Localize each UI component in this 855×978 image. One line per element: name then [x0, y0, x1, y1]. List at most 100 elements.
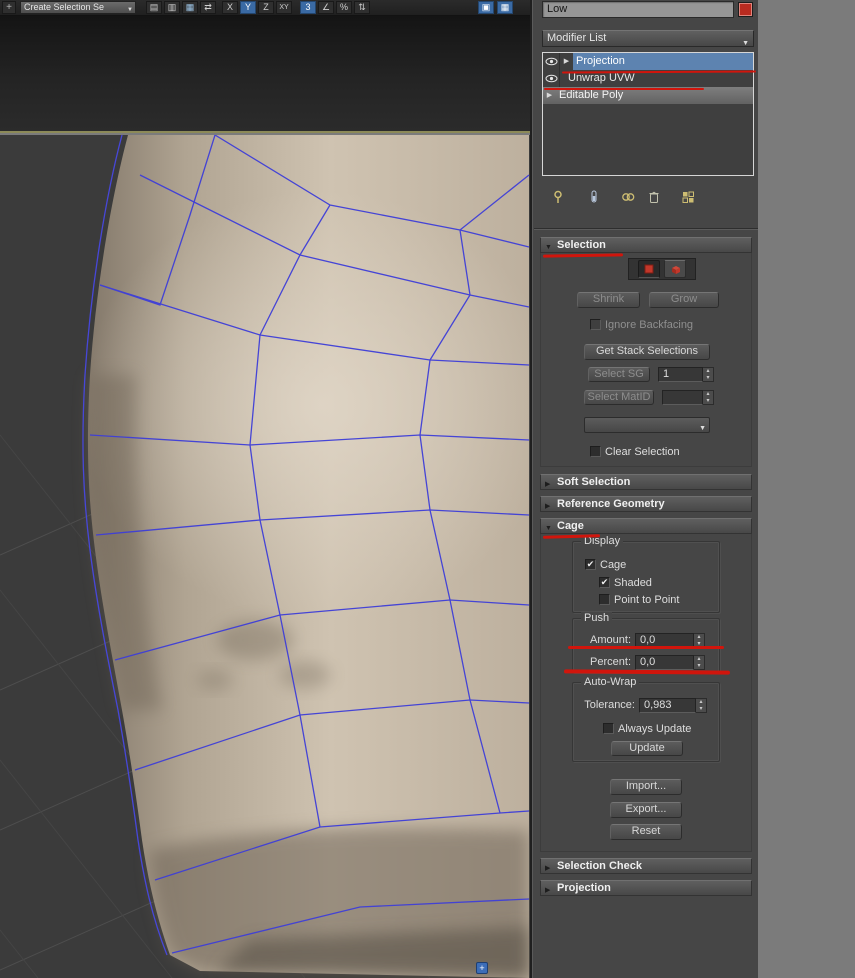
- expand-arrow-icon[interactable]: ▶: [560, 53, 573, 70]
- constraint-y-icon[interactable]: Y: [240, 1, 256, 14]
- rollout-selection[interactable]: ▼ Selection: [540, 237, 752, 253]
- stack-row-label: Projection: [573, 53, 753, 70]
- annotation-underline-unwrap-uvw: [544, 88, 704, 90]
- eye-icon[interactable]: [543, 53, 560, 70]
- selection-rollout-content: [540, 253, 752, 467]
- checkbox-label: Point to Point: [614, 593, 680, 606]
- viewport-badge-icon[interactable]: +: [476, 962, 488, 974]
- auto-wrap-group: Auto-Wrap Tolerance: 0,983 ▴ ▾ Always Upd…: [572, 676, 720, 762]
- rollout-title: Selection: [557, 239, 606, 251]
- checkbox-box: ✔: [585, 559, 596, 570]
- chevron-right-icon: ▶: [545, 481, 551, 488]
- element-subobject-button[interactable]: [664, 260, 686, 278]
- constraint-x-icon[interactable]: X: [222, 1, 238, 14]
- render-setup-icon[interactable]: ▣: [478, 1, 494, 14]
- constraint-xy-icon[interactable]: XY: [276, 1, 292, 14]
- select-matid-button[interactable]: Select MatID: [584, 390, 654, 405]
- angle-snap-icon[interactable]: ∠: [318, 1, 334, 14]
- rollout-cage[interactable]: ▼ Cage: [540, 518, 752, 534]
- snap-3d-icon[interactable]: 3: [300, 1, 316, 14]
- tolerance-value[interactable]: 0,983: [639, 698, 696, 713]
- divider: [534, 228, 758, 230]
- curve-editor-icon[interactable]: ▦: [182, 1, 198, 14]
- import-button[interactable]: Import...: [610, 779, 682, 795]
- point-to-point-checkbox[interactable]: Point to Point: [599, 593, 679, 606]
- annotation-underline-amount: [568, 646, 724, 649]
- checkbox-box: [599, 594, 610, 605]
- spinner-snap-icon[interactable]: ⇅: [354, 1, 370, 14]
- reset-button[interactable]: Reset: [610, 824, 682, 840]
- checkbox-box: [603, 723, 614, 734]
- rollout-selection-check[interactable]: ▶ Selection Check: [540, 858, 752, 874]
- rollout-reference-geometry[interactable]: ▶ Reference Geometry: [540, 496, 752, 512]
- spinner-arrows-icon[interactable]: ▴ ▾: [696, 698, 707, 713]
- chevron-right-icon: ▶: [545, 865, 551, 872]
- chevron-down-icon: ▼: [127, 7, 133, 13]
- checkbox-box: [590, 319, 601, 330]
- 3d-scene: [0, 135, 530, 978]
- make-unique-icon[interactable]: [618, 187, 638, 207]
- tolerance-spinner[interactable]: 0,983 ▴ ▾: [639, 698, 707, 713]
- checkbox-label: Cage: [600, 558, 627, 571]
- viewport-canvas[interactable]: +: [0, 135, 530, 978]
- sg-spinner[interactable]: 1 ▴ ▾: [658, 367, 714, 382]
- stack-row-projection[interactable]: ▶ Projection: [543, 53, 753, 70]
- get-stack-selections-button[interactable]: Get Stack Selections: [584, 344, 710, 360]
- export-button[interactable]: Export...: [610, 802, 682, 818]
- constraint-z-icon[interactable]: Z: [258, 1, 274, 14]
- shrink-button[interactable]: Shrink: [577, 292, 640, 308]
- show-end-result-icon[interactable]: [584, 187, 604, 207]
- ignore-backfacing-checkbox[interactable]: Ignore Backfacing: [590, 318, 693, 331]
- matid-spinner[interactable]: ▴ ▾: [662, 390, 714, 405]
- group-title: Push: [581, 612, 613, 625]
- face-subobject-button[interactable]: [638, 260, 660, 278]
- select-sg-button[interactable]: Select SG: [588, 367, 650, 382]
- spinner-arrows-icon[interactable]: ▴ ▾: [694, 655, 705, 670]
- rollout-soft-selection[interactable]: ▶ Soft Selection: [540, 474, 752, 490]
- chevron-right-icon: ▶: [545, 887, 551, 894]
- push-percent-spinner[interactable]: 0,0 ▴ ▾: [635, 655, 705, 670]
- pin-stack-icon[interactable]: [548, 187, 568, 207]
- checkbox-box: [590, 446, 601, 457]
- update-button[interactable]: Update: [611, 741, 683, 756]
- matid-name-dropdown[interactable]: ▼: [584, 417, 710, 433]
- rollout-projection[interactable]: ▶ Projection: [540, 880, 752, 896]
- percent-label: Percent:: [590, 656, 631, 668]
- named-selection-sets-label: Create Selection Se: [24, 2, 105, 12]
- clear-selection-checkbox[interactable]: Clear Selection: [590, 445, 680, 458]
- shaded-checkbox[interactable]: ✔ Shaded: [599, 576, 652, 589]
- remove-modifier-icon[interactable]: [644, 187, 664, 207]
- rollout-title: Cage: [557, 520, 584, 532]
- main-toolbar: + Create Selection Se ▼ ▤ ▥ ▦ ⇄ X Y Z XY…: [0, 0, 530, 16]
- checkbox-box: ✔: [599, 577, 610, 588]
- rollout-title: Selection Check: [557, 860, 642, 872]
- checkbox-label: Clear Selection: [605, 445, 680, 458]
- eye-icon[interactable]: [543, 70, 560, 87]
- percent-snap-icon[interactable]: %: [336, 1, 352, 14]
- subobject-button-strip: [628, 258, 696, 280]
- grow-button[interactable]: Grow: [649, 292, 719, 308]
- checkbox-label: Ignore Backfacing: [605, 318, 694, 331]
- object-name-field[interactable]: Low: [542, 1, 734, 18]
- always-update-checkbox[interactable]: Always Update: [603, 722, 691, 735]
- configure-modifier-sets-icon[interactable]: [678, 187, 698, 207]
- viewport-top-area: [0, 16, 530, 133]
- model-mesh[interactable]: [80, 135, 530, 978]
- modifier-list-label: Modifier List: [547, 32, 607, 44]
- cage-checkbox[interactable]: ✔ Cage: [585, 558, 626, 571]
- pan-icon[interactable]: +: [2, 1, 16, 14]
- object-color-swatch[interactable]: [738, 2, 753, 17]
- display-layers-icon[interactable]: ▥: [164, 1, 180, 14]
- spinner-arrows-icon[interactable]: ▴ ▾: [703, 390, 714, 405]
- mirror-icon[interactable]: ⇄: [200, 1, 216, 14]
- chevron-right-icon: ▶: [545, 503, 551, 510]
- render-frame-icon[interactable]: ▦: [497, 1, 513, 14]
- schematic-view-icon[interactable]: ▤: [146, 1, 162, 14]
- named-selection-sets-dropdown[interactable]: Create Selection Se ▼: [20, 1, 136, 14]
- matid-value[interactable]: [662, 390, 703, 405]
- push-percent-value[interactable]: 0,0: [635, 655, 694, 670]
- sg-value[interactable]: 1: [658, 367, 703, 382]
- spinner-arrows-icon[interactable]: ▴ ▾: [703, 367, 714, 382]
- chevron-down-icon: ▼: [742, 40, 749, 47]
- modifier-list-dropdown[interactable]: Modifier List ▼: [542, 30, 754, 47]
